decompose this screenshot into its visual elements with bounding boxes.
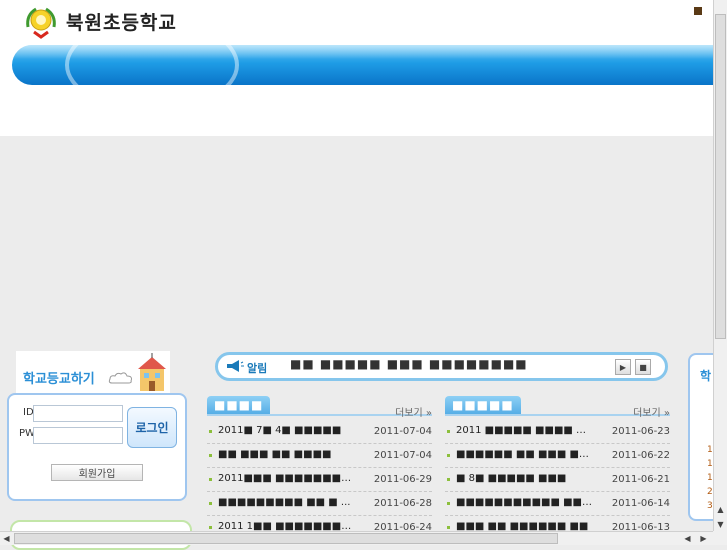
login-button[interactable]: 로그인 bbox=[127, 407, 177, 448]
list-item[interactable]: ■■■■■■■■■■■ ■■ ■■ 2011-06-14 bbox=[445, 492, 670, 516]
login-form: ID PW 로그인 회원가입 bbox=[7, 393, 187, 501]
scroll-down-icon[interactable]: ▼ bbox=[714, 517, 727, 531]
horizontal-scroll-thumb[interactable] bbox=[14, 533, 558, 544]
vertical-scroll-thumb[interactable] bbox=[715, 14, 726, 339]
list-item[interactable]: 2011■ 7■ 4■ ■■■■■ 2011-07-04 bbox=[207, 420, 432, 444]
ticker-label: 알림 bbox=[247, 362, 268, 375]
scroll-right-icon[interactable]: ▶ bbox=[697, 532, 710, 545]
more-link[interactable]: 더보기 » bbox=[633, 404, 670, 419]
scroll-left-icon[interactable]: ◀ bbox=[0, 532, 13, 545]
scroll-up-icon[interactable]: ▲ bbox=[714, 502, 727, 516]
vertical-scrollbar[interactable]: ▲ ▼ bbox=[713, 0, 727, 531]
bullet-icon bbox=[447, 526, 450, 529]
list-item[interactable]: 2011■■■ ■■■■■■■■■■■2011-06-29 bbox=[207, 468, 432, 492]
bullet-icon bbox=[447, 502, 450, 505]
cloud-icon bbox=[108, 372, 132, 384]
bullet-icon bbox=[209, 454, 212, 457]
megaphone-icon bbox=[227, 360, 244, 372]
ticker-play-button[interactable]: ▶ bbox=[615, 359, 631, 375]
list-item[interactable]: ■■■■■■■■■ ■■ ■ ... 2011-06-28 bbox=[207, 492, 432, 516]
bullet-icon bbox=[447, 454, 450, 457]
scroll-left-icon-2[interactable]: ◀ bbox=[681, 532, 694, 545]
page-header: 북원초등학교 bbox=[0, 0, 713, 136]
school-building-icon bbox=[138, 353, 166, 391]
horizontal-scrollbar[interactable]: ◀ ◀ ▶ bbox=[0, 531, 713, 545]
list-item[interactable]: ■■ ■■■ ■■ ■■■■ 2011-07-04 bbox=[207, 444, 432, 468]
bullet-icon bbox=[209, 526, 212, 529]
corner-marker bbox=[694, 7, 702, 15]
school-emblem-icon bbox=[26, 7, 56, 39]
ticker-message[interactable]: ■■ ■■■■■ ■■■ ■■■■■■■■ bbox=[290, 357, 528, 371]
password-input[interactable] bbox=[33, 427, 123, 444]
bullet-icon bbox=[447, 430, 450, 433]
ticker-stop-button[interactable]: ■ bbox=[635, 359, 651, 375]
right-panel-title: 학 bbox=[700, 369, 712, 383]
scrollbar-corner bbox=[713, 531, 727, 545]
bullet-icon bbox=[209, 478, 212, 481]
board-news: ■■■■■ 더보기 » 2011 ■■■■■ ■■■■ ■■■■2011-06-… bbox=[445, 396, 670, 540]
notice-ticker: 알림 ■■ ■■■■■ ■■■ ■■■■■■■■ ▶ ■ bbox=[215, 352, 668, 381]
board-tab[interactable]: ■■■■■ bbox=[445, 396, 521, 414]
list-item[interactable]: ■■■■■■ ■■ ■■■ ■■■ 2011-06-22 bbox=[445, 444, 670, 468]
list-item[interactable]: ■ 8■ ■■■■■ ■■■ 2011-06-21 bbox=[445, 468, 670, 492]
bullet-icon bbox=[209, 502, 212, 505]
header-banner bbox=[12, 45, 713, 85]
bullet-icon bbox=[209, 430, 212, 433]
school-login-header: 학교등교하기 bbox=[16, 351, 170, 393]
board-notice: ■■■■ 더보기 » 2011■ 7■ 4■ ■■■■■ 2011-07-04 ■… bbox=[207, 396, 432, 540]
banner-swoosh bbox=[65, 45, 239, 85]
board-tab[interactable]: ■■■■ bbox=[207, 396, 271, 414]
id-input[interactable] bbox=[33, 405, 123, 422]
login-panel-title: 학교등교하기 bbox=[23, 372, 95, 387]
more-link[interactable]: 더보기 » bbox=[395, 404, 432, 419]
school-name: 북원초등학교 bbox=[66, 12, 177, 34]
site-logo[interactable]: 북원초등학교 bbox=[24, 5, 200, 39]
signup-button[interactable]: 회원가입 bbox=[51, 464, 143, 481]
bullet-icon bbox=[447, 478, 450, 481]
list-item[interactable]: 2011 ■■■■■ ■■■■ ■■■■2011-06-23 bbox=[445, 420, 670, 444]
